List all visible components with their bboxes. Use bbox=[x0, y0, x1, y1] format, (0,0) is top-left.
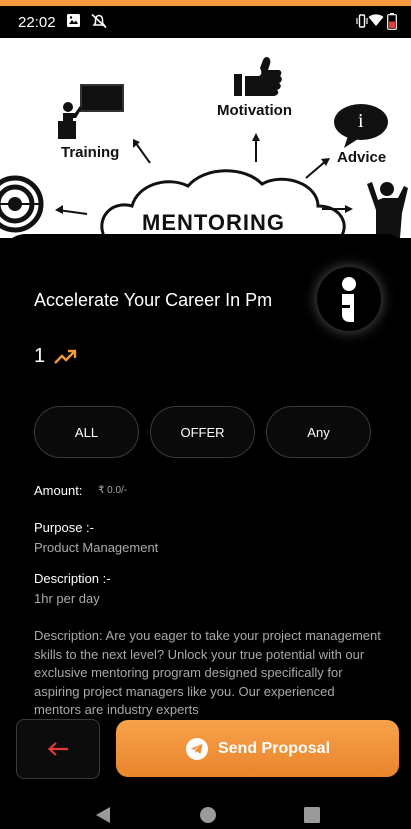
send-proposal-button[interactable]: Send Proposal bbox=[116, 720, 399, 777]
system-nav-bar bbox=[0, 797, 411, 829]
description-label: Description :- bbox=[34, 571, 111, 586]
telegram-icon bbox=[185, 737, 208, 760]
send-proposal-label: Send Proposal bbox=[217, 739, 331, 757]
purpose-label: Purpose :- bbox=[34, 520, 94, 535]
hero-label-info: i bbox=[358, 110, 364, 132]
mentoring-hero-image: Training Motivation Advice MENTORING i bbox=[0, 38, 411, 238]
long-description: Description: Are you eager to take your … bbox=[34, 628, 381, 717]
description-value: 1hr per day bbox=[34, 591, 100, 606]
hero-label-mentoring: MENTORING bbox=[142, 210, 286, 235]
battery-icon bbox=[387, 13, 397, 34]
info-icon bbox=[342, 277, 356, 322]
hero-label-advice: Advice bbox=[337, 149, 387, 166]
info-button[interactable] bbox=[317, 267, 381, 331]
filter-offer-button[interactable]: OFFER bbox=[150, 406, 255, 458]
notifications-off-icon bbox=[90, 13, 108, 33]
hero-label-training: Training bbox=[61, 144, 120, 161]
status-bar: 22:02 bbox=[0, 6, 411, 38]
count-value: 1 bbox=[34, 345, 46, 367]
amount-value: ₹ 0.0/- bbox=[98, 485, 128, 496]
image-icon bbox=[66, 13, 81, 32]
filter-all-button[interactable]: ALL bbox=[34, 406, 139, 458]
hero-label-motivation: Motivation bbox=[217, 102, 292, 119]
course-title: Accelerate Your Career In Pm bbox=[34, 290, 273, 310]
trending-up-icon bbox=[53, 347, 77, 371]
nav-home-icon[interactable] bbox=[199, 806, 217, 828]
purpose-value: Product Management bbox=[34, 540, 159, 555]
wifi-icon bbox=[368, 13, 384, 31]
back-arrow-icon bbox=[47, 742, 68, 756]
back-button[interactable] bbox=[16, 719, 100, 779]
filter-any-button[interactable]: Any bbox=[266, 406, 371, 458]
vibrate-icon bbox=[356, 13, 368, 33]
amount-label: Amount: bbox=[34, 483, 83, 498]
status-time: 22:02 bbox=[18, 14, 56, 31]
nav-back-icon[interactable] bbox=[94, 806, 112, 828]
nav-recents-icon[interactable] bbox=[303, 806, 321, 828]
